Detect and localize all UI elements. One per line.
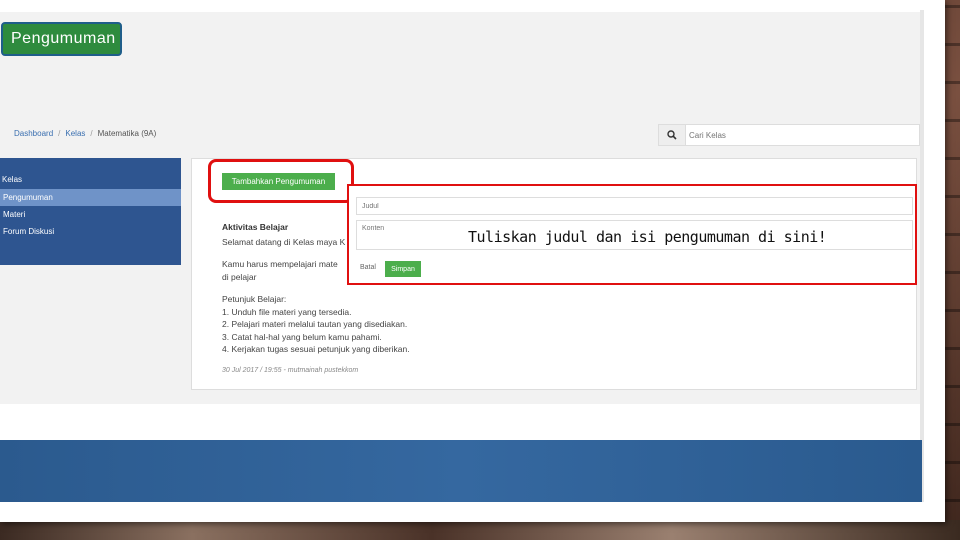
- content-heading: Aktivitas Belajar: [222, 222, 289, 232]
- search-input[interactable]: [689, 128, 909, 142]
- instruction-caption: Tuliskan judul dan isi pengumuman di sin…: [468, 228, 827, 246]
- guide-step: 4. Kerjakan tugas sesuai petunjuk yang d…: [222, 344, 410, 354]
- breadcrumb-separator: /: [90, 129, 93, 138]
- course-content: Aktivitas Belajar Selamat datang di Kela…: [222, 221, 410, 356]
- sidebar-item-pengumuman[interactable]: Pengumuman: [0, 189, 181, 206]
- save-button[interactable]: Simpan: [385, 261, 421, 277]
- post-meta: 30 Jul 2017 / 19:55 - mutmainah pustekko…: [222, 367, 359, 374]
- search-box: [658, 124, 920, 146]
- cancel-link[interactable]: Batal: [360, 264, 376, 271]
- breadcrumb: Dashboard / Kelas / Matematika (9A): [14, 129, 156, 138]
- sidebar-item-materi[interactable]: Materi: [0, 206, 181, 223]
- title-field[interactable]: [356, 197, 913, 215]
- guide-step: 2. Pelajari materi melalui tautan yang d…: [222, 319, 408, 329]
- breadcrumb-dashboard[interactable]: Dashboard: [14, 129, 53, 138]
- background-strip: [0, 520, 960, 540]
- sidebar-title: Kelas: [2, 175, 23, 184]
- highlight-frame-button: [208, 159, 354, 203]
- breadcrumb-kelas[interactable]: Kelas: [65, 129, 85, 138]
- breadcrumb-separator: /: [58, 129, 61, 138]
- must-learn-text-2: di pelajar: [222, 271, 257, 282]
- guide-title: Petunjuk Belajar:: [222, 294, 287, 304]
- footer-bar: [0, 440, 922, 502]
- slide: Pengumuman Dashboard / Kelas / Matematika (9…: [0, 0, 945, 522]
- search-button[interactable]: [659, 125, 686, 145]
- guide-step: 3. Catat hal-hal yang belum kamu pahami.: [222, 331, 382, 342]
- sidebar: Kelas Pengumuman Materi Forum Diskusi: [0, 158, 181, 265]
- search-icon: [667, 130, 677, 140]
- welcome-text: Selamat datang di Kelas maya K: [222, 236, 346, 247]
- slide-title: Pengumuman: [1, 22, 122, 56]
- breadcrumb-current: Matematika (9A): [97, 129, 157, 138]
- must-learn-text: Kamu harus mempelajari mate: [222, 259, 338, 269]
- sidebar-item-forum-diskusi[interactable]: Forum Diskusi: [0, 223, 181, 240]
- slide-edge: [920, 10, 924, 502]
- guide-step: 1. Unduh file materi yang tersedia.: [222, 306, 352, 317]
